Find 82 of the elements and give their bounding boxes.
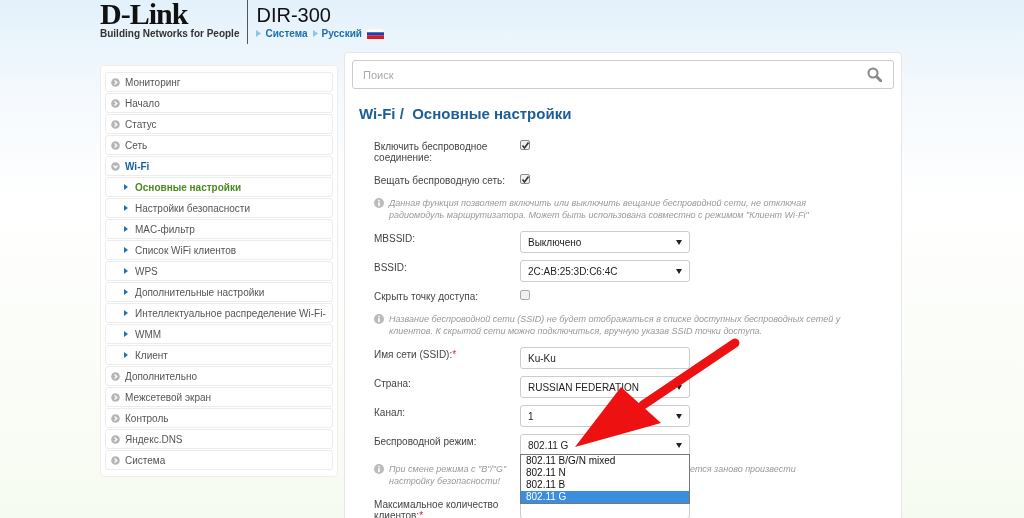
tagline: Building Networks for People xyxy=(100,28,240,39)
menu-item[interactable]: Wi-Fi xyxy=(105,156,333,176)
expand-icon xyxy=(111,413,120,423)
bullet-icon xyxy=(124,184,128,190)
expand-icon xyxy=(111,371,120,381)
check-icon xyxy=(521,141,530,150)
hint-text: ется заново произвести xyxy=(690,463,796,475)
flag-icon xyxy=(366,28,384,39)
caret-icon xyxy=(676,268,682,274)
check-icon xyxy=(521,175,530,184)
menu-item[interactable]: Система xyxy=(105,450,333,470)
expand-icon xyxy=(111,98,120,108)
bullet-icon xyxy=(124,205,128,211)
expand-icon xyxy=(111,140,120,150)
field-label: Канал: xyxy=(374,406,407,420)
menu-item[interactable]: Сеть xyxy=(105,135,333,155)
bullet-icon xyxy=(124,226,128,232)
collapse-icon xyxy=(111,161,120,171)
menu-item[interactable]: Статус xyxy=(105,114,333,134)
logo: D-Link xyxy=(100,0,188,28)
input-field[interactable]: Ku-Ku xyxy=(520,347,690,369)
field-label: Имя сети (SSID):* xyxy=(374,348,458,362)
submenu-item[interactable]: WMM xyxy=(105,324,333,344)
bullet-icon xyxy=(124,331,128,337)
caret-icon xyxy=(676,239,682,245)
field-label: Беспроводной режим: xyxy=(374,435,478,449)
field-label: MBSSID: xyxy=(374,232,417,246)
page-title: Wi-Fi / Основные настройки xyxy=(359,105,573,123)
caret-icon xyxy=(676,413,682,419)
expand-icon xyxy=(111,392,120,402)
breadcrumb-link[interactable]: Система xyxy=(265,28,308,39)
bullet-icon xyxy=(124,289,128,295)
bullet-icon xyxy=(124,268,128,274)
submenu-item[interactable]: MAC-фильтр xyxy=(105,219,333,239)
hint-text: Название беспроводной сети (SSID) не будет отображаться в списке доступных беспроводных сетей у клиентов. К скрытой сети можно подключиться, вручную указав SSID точки доступа. xyxy=(389,313,842,337)
dropdown[interactable]: Выключено xyxy=(520,231,690,253)
dropdown-option[interactable]: 802.11 B/G/N mixed xyxy=(521,455,689,467)
dropdown-option[interactable]: 802.11 B xyxy=(521,479,689,491)
expand-icon xyxy=(111,434,120,444)
arrow-icon xyxy=(312,30,318,37)
dropdown[interactable]: 2C:AB:25:3D:C6:4C xyxy=(520,260,690,282)
search-icon xyxy=(867,67,882,82)
hint-text: При смене режима с "B"/"G" xyxy=(389,463,508,475)
arrow-icon xyxy=(256,30,262,37)
menu-item[interactable]: Контроль xyxy=(105,408,333,428)
field-label: BSSID: xyxy=(374,261,408,275)
field-label: Страна: xyxy=(374,377,412,391)
submenu-item[interactable]: WPS xyxy=(105,261,333,281)
field-label: Вещать беспроводную сеть: xyxy=(374,174,507,187)
caret-icon xyxy=(676,442,682,448)
field-label: Включить беспроводное соединение: xyxy=(374,140,489,163)
checkbox[interactable] xyxy=(520,140,530,150)
bullet-icon xyxy=(124,352,128,358)
field-label: Скрыть точку доступа: xyxy=(374,290,480,303)
submenu-item[interactable]: Настройки безопасности xyxy=(105,198,333,218)
model-name: DIR-300 xyxy=(256,4,332,26)
menu-item[interactable]: Начало xyxy=(105,93,333,113)
bullet-icon xyxy=(124,247,128,253)
submenu-item[interactable]: Интеллектуальное распределение Wi-Fi- xyxy=(105,303,333,323)
breadcrumb-link[interactable]: Русский xyxy=(321,28,362,39)
menu-item[interactable]: Яндекс.DNS xyxy=(105,429,333,449)
checkbox[interactable] xyxy=(520,290,530,300)
hint-text: настройку безопасности! xyxy=(389,475,501,487)
bullet-icon xyxy=(124,310,128,316)
menu-item[interactable]: Мониторинг xyxy=(105,72,333,92)
info-icon xyxy=(374,314,384,324)
checkbox[interactable] xyxy=(520,174,530,184)
submenu-item[interactable]: Список WiFi клиентов xyxy=(105,240,333,260)
caret-icon xyxy=(676,384,682,390)
dropdown-option[interactable]: 802.11 N xyxy=(521,467,689,479)
info-icon xyxy=(374,198,384,208)
expand-icon xyxy=(111,455,120,465)
expand-icon xyxy=(111,77,120,87)
submenu-item[interactable]: Дополнительные настройки xyxy=(105,282,333,302)
menu-item[interactable]: Дополнительно xyxy=(105,366,333,386)
submenu-item[interactable]: Клиент xyxy=(105,345,333,365)
submenu-item[interactable]: Основные настройки xyxy=(105,177,333,197)
hint-text: Данная функция позволяет включить или выключить вещание беспроводной сети, не отключая радиомодуль маршрутизатора. Может быть использована совместно с режимом "Клиент Wi-Fi" xyxy=(389,197,810,221)
expand-icon xyxy=(111,119,120,129)
search-field[interactable]: Поиск xyxy=(352,60,894,89)
info-icon xyxy=(374,464,384,474)
menu-item[interactable]: Межсетевой экран xyxy=(105,387,333,407)
